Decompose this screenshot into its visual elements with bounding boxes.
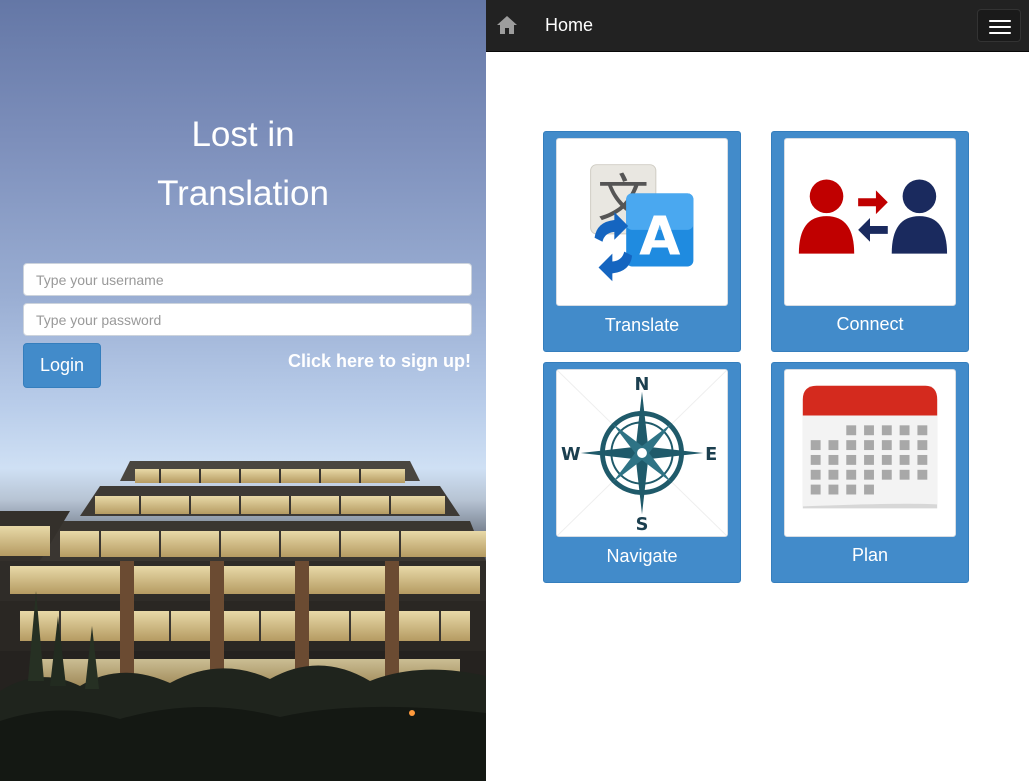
login-panel: Lost in Translation Login Click here to … [0, 0, 486, 781]
calendar-day-cell [810, 484, 821, 495]
connect-tile[interactable]: Connect [771, 131, 969, 352]
navigate-tile[interactable]: N S E W Navigate [543, 362, 741, 583]
translate-thumbnail: 文 A [556, 138, 728, 306]
signup-link[interactable]: Click here to sign up! [288, 351, 471, 372]
connect-people-icon [798, 179, 948, 254]
svg-text:A: A [639, 205, 681, 268]
calendar-day-cell [864, 454, 874, 465]
calendar-day-cell [899, 440, 910, 451]
calendar-day-cell [864, 484, 874, 495]
plan-tile[interactable]: Plan [771, 362, 969, 583]
calendar-day-cell [864, 440, 874, 451]
calendar-day-cell [899, 454, 910, 465]
connect-label: Connect [836, 314, 904, 334]
calendar-day-cell [846, 425, 857, 436]
calendar-icon [802, 385, 938, 509]
username-input[interactable] [23, 263, 472, 296]
calendar-day-cell [846, 484, 857, 495]
plan-thumbnail [784, 369, 956, 537]
compass-icon: N S E W [557, 370, 727, 536]
calendar-day-cell [917, 425, 928, 436]
password-input[interactable] [23, 303, 472, 336]
calendar-day-cell [881, 440, 892, 451]
calendar-day-cell [917, 454, 928, 465]
building-background-image [0, 461, 486, 781]
calendar-day-cell [917, 469, 928, 480]
translate-label: Translate [604, 315, 680, 335]
app-title-line2: Translation [157, 174, 329, 213]
calendar-day-cell [828, 454, 839, 465]
calendar-day-cell [881, 425, 892, 436]
compass-west-letter: W [561, 444, 581, 465]
calendar-day-cell [864, 469, 874, 480]
home-icon[interactable] [496, 14, 518, 36]
compass-east-letter: E [705, 444, 717, 465]
translate-icon: 文 A [590, 164, 694, 282]
navbar-brand[interactable]: Home [545, 15, 593, 36]
compass-south-letter: S [636, 514, 649, 535]
calendar-day-cell [810, 440, 821, 451]
calendar-day-cell [846, 440, 857, 451]
hamburger-menu-button[interactable] [977, 9, 1021, 42]
calendar-day-cell [828, 440, 839, 451]
calendar-day-cell [810, 454, 821, 465]
translate-tile[interactable]: 文 A Translate [543, 131, 741, 352]
calendar-day-cell [917, 440, 928, 451]
top-navbar: Home [486, 0, 1029, 52]
calendar-day-cell [828, 469, 839, 480]
compass-north-letter: N [635, 374, 650, 395]
navigate-label: Navigate [606, 546, 678, 566]
navigate-thumbnail: N S E W [556, 369, 728, 537]
app-title-line1: Lost in [191, 115, 295, 154]
calendar-day-cell [828, 484, 839, 495]
plan-label: Plan [851, 545, 889, 565]
calendar-day-cell [881, 454, 892, 465]
calendar-day-cell [846, 454, 857, 465]
calendar-day-cell [899, 425, 910, 436]
calendar-day-cell [846, 469, 857, 480]
app-title: Lost in Translation [0, 105, 486, 223]
calendar-day-cell [864, 425, 874, 436]
login-button[interactable]: Login [23, 343, 101, 388]
connect-thumbnail [784, 138, 956, 306]
hamburger-menu-icon [989, 20, 1011, 22]
calendar-day-cell [810, 469, 821, 480]
calendar-day-cell [881, 469, 892, 480]
calendar-day-cell [899, 469, 910, 480]
